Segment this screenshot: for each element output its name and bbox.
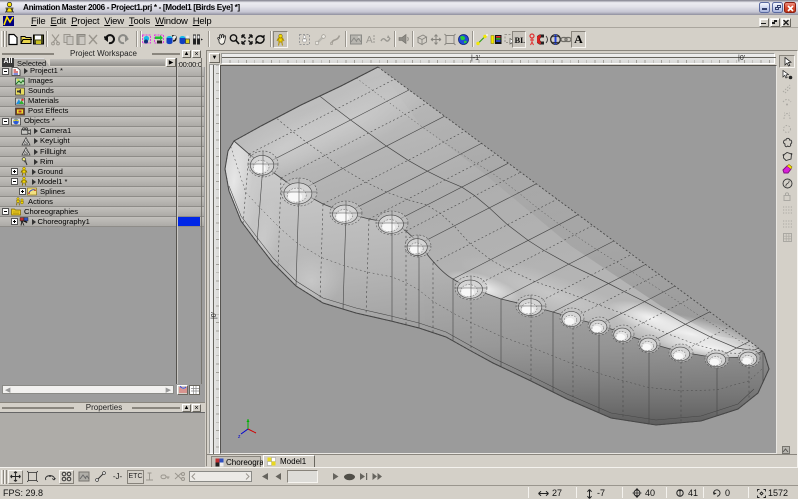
svg-text:A: A [366, 35, 373, 46]
svg-text:z: z [238, 434, 241, 440]
svg-text:BL: BL [514, 35, 525, 45]
